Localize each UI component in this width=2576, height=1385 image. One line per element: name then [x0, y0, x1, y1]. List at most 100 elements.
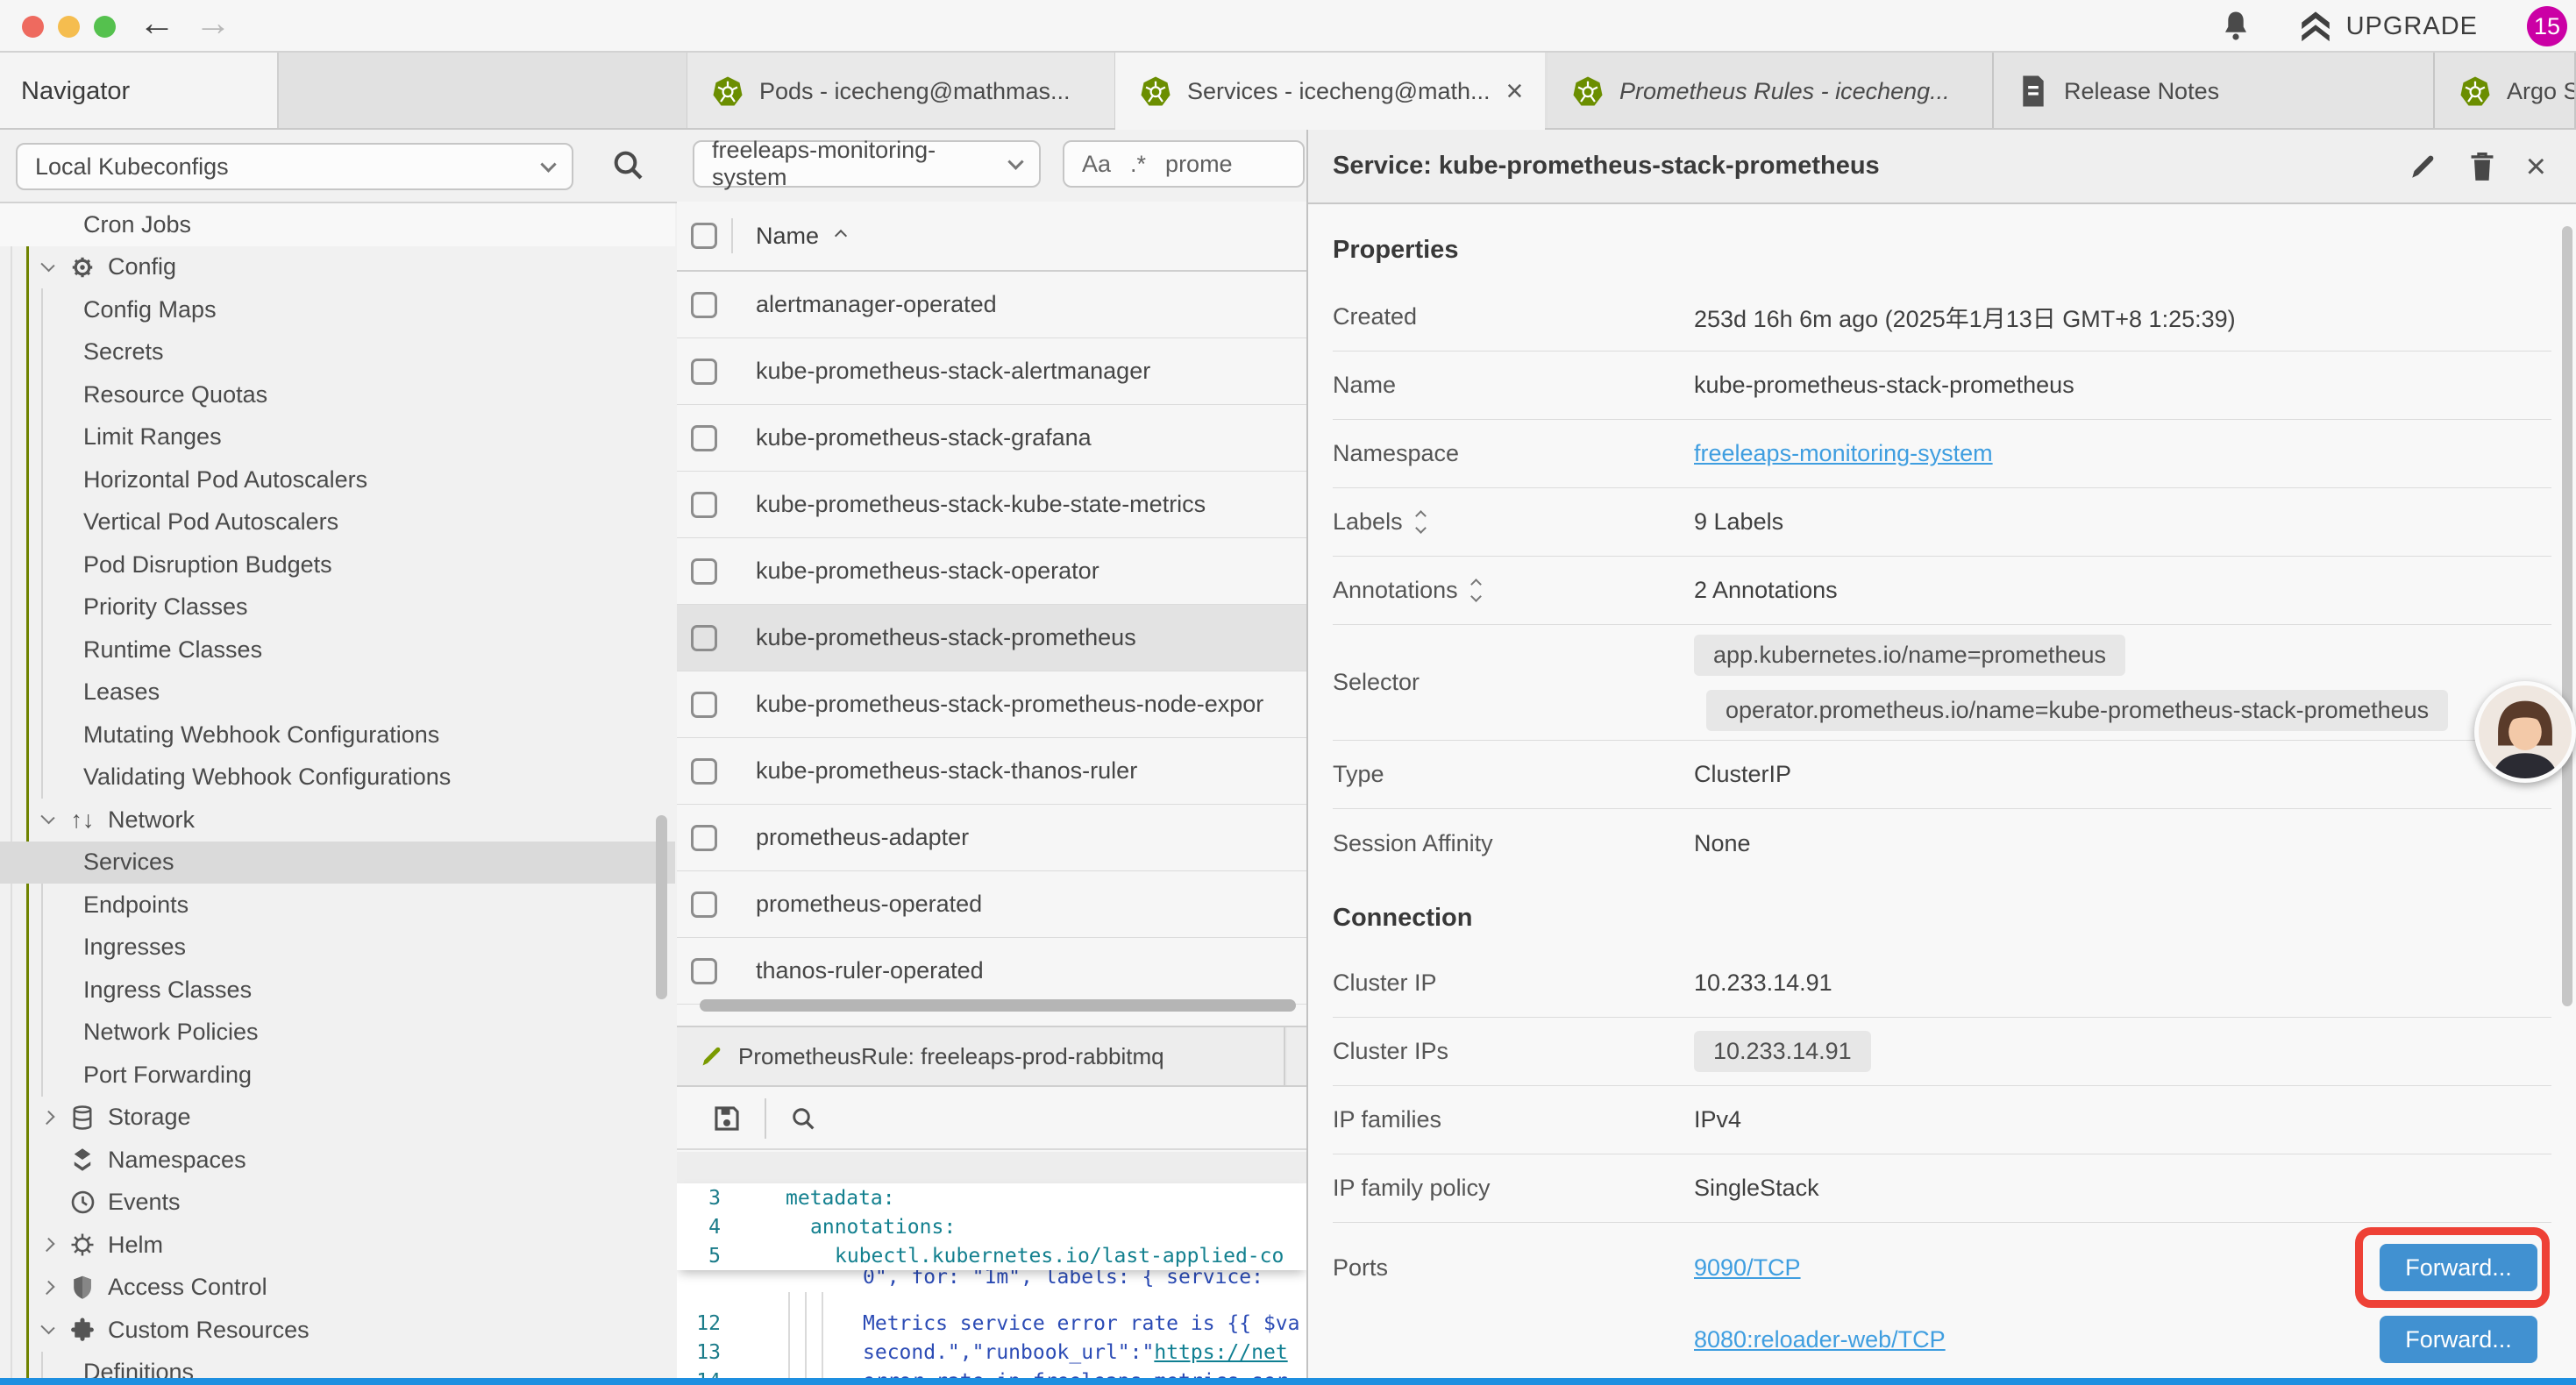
table-row[interactable]: prometheus-operated	[677, 871, 1306, 938]
table-row[interactable]: kube-prometheus-stack-grafana	[677, 405, 1306, 472]
cluster-ip-chip[interactable]: 10.233.14.91	[1694, 1031, 1871, 1072]
sidebar-item-leases[interactable]: Leases	[0, 671, 675, 714]
assistant-avatar[interactable]	[2474, 681, 2576, 783]
namespace-link[interactable]: freeleaps-monitoring-system	[1694, 440, 1993, 467]
sidebar-item-priority-classes[interactable]: Priority Classes	[0, 586, 675, 629]
sidebar-item-resource-quotas[interactable]: Resource Quotas	[0, 373, 675, 416]
profile-notification-badge[interactable]: 15	[2527, 6, 2567, 46]
sidebar-item-vertical-pod-autoscalers[interactable]: Vertical Pod Autoscalers	[0, 501, 675, 544]
row-checkbox[interactable]	[691, 492, 717, 518]
name-search-input[interactable]: Aa .* prome	[1063, 140, 1305, 188]
horizontal-scrollbar[interactable]	[700, 999, 1296, 1012]
table-row[interactable]: kube-prometheus-stack-thanos-ruler	[677, 738, 1306, 805]
table-row[interactable]: kube-prometheus-stack-operator	[677, 538, 1306, 605]
close-drawer-icon[interactable]: ×	[2526, 149, 2546, 184]
name-column-header[interactable]: Name	[756, 223, 819, 250]
forward-button[interactable]: Forward...	[2380, 1316, 2537, 1363]
back-button[interactable]: ←	[139, 2, 175, 44]
row-checkbox[interactable]	[691, 825, 717, 851]
navigator-panel-tab[interactable]: Navigator	[0, 53, 279, 130]
sidebar-group-access-control[interactable]: Access Control	[0, 1267, 675, 1310]
table-row[interactable]: prometheus-adapter	[677, 805, 1306, 871]
window-titlebar: ← → UPGRADE 15	[0, 0, 2576, 53]
port-link[interactable]: 9090/TCP	[1694, 1254, 1801, 1282]
namespace-filter-select[interactable]: freeleaps-monitoring-system	[693, 140, 1041, 188]
editor-tab-prometheusrule[interactable]: PrometheusRule: freeleaps-prod-rabbitmq	[677, 1027, 1285, 1085]
tab-pods[interactable]: Pods - icecheng@mathmas...	[687, 53, 1115, 130]
sidebar-item-horizontal-pod-autoscalers[interactable]: Horizontal Pod Autoscalers	[0, 458, 675, 501]
close-window-button[interactable]	[22, 16, 44, 38]
table-row[interactable]: thanos-ruler-operated	[677, 938, 1306, 1005]
drawer-scrollbar[interactable]	[2562, 226, 2572, 1006]
sidebar-item-secrets[interactable]: Secrets	[0, 331, 675, 374]
upgrade-icon[interactable]	[2297, 8, 2334, 45]
selector-chip[interactable]: app.kubernetes.io/name=prometheus	[1694, 635, 2125, 676]
tab-bar: Navigator Pods - icecheng@mathmas... Ser…	[0, 53, 2576, 130]
sidebar-item-port-forwarding[interactable]: Port Forwarding	[0, 1054, 675, 1097]
sidebar-group-network[interactable]: ↑↓ Network	[0, 799, 675, 842]
save-icon[interactable]	[712, 1104, 742, 1133]
kubernetes-icon	[1140, 75, 1171, 107]
edit-pencil-icon[interactable]	[2409, 152, 2438, 181]
match-case-icon[interactable]: Aa	[1082, 151, 1111, 178]
upgrade-label[interactable]: UPGRADE	[2346, 12, 2478, 41]
table-row[interactable]: kube-prometheus-stack-alertmanager	[677, 338, 1306, 405]
sidebar-item-endpoints[interactable]: Endpoints	[0, 884, 675, 927]
sidebar-item-events[interactable]: Events	[0, 1182, 675, 1225]
sidebar-item-pod-disruption-budgets[interactable]: Pod Disruption Budgets	[0, 543, 675, 586]
tab-argo[interactable]: Argo Se	[2435, 53, 2576, 130]
expand-collapse-icon[interactable]	[1417, 512, 1425, 532]
sidebar-group-helm[interactable]: Helm	[0, 1224, 675, 1267]
sidebar-item-config-maps[interactable]: Config Maps	[0, 288, 675, 331]
tab-services[interactable]: Services - icecheng@math... ×	[1115, 53, 1545, 130]
sidebar-item-services[interactable]: Services	[0, 842, 675, 884]
tab-release-notes[interactable]: Release Notes	[1994, 53, 2435, 130]
sidebar-item-definitions[interactable]: Definitions	[0, 1352, 675, 1379]
editor-tab-next[interactable]	[1287, 1027, 1306, 1085]
row-checkbox[interactable]	[691, 758, 717, 785]
sidebar-group-custom-resources[interactable]: Custom Resources	[0, 1309, 675, 1352]
sidebar-group-storage[interactable]: Storage	[0, 1097, 675, 1140]
sidebar-item-validating-webhook-configurations[interactable]: Validating Webhook Configurations	[0, 756, 675, 799]
forward-button[interactable]: →	[195, 2, 231, 44]
notifications-bell-icon[interactable]	[2220, 9, 2252, 44]
sidebar-item-limit-ranges[interactable]: Limit Ranges	[0, 416, 675, 459]
table-row[interactable]: alertmanager-operated	[677, 272, 1306, 338]
port-link[interactable]: 8080:reloader-web/TCP	[1694, 1326, 1946, 1353]
row-checkbox[interactable]	[691, 692, 717, 718]
selector-chip[interactable]: operator.prometheus.io/name=kube-prometh…	[1706, 690, 2448, 731]
row-checkbox[interactable]	[691, 292, 717, 318]
close-tab-icon[interactable]: ×	[1506, 75, 1524, 109]
maximize-window-button[interactable]	[94, 16, 116, 38]
kubeconfig-selector[interactable]: Local Kubeconfigs	[16, 143, 573, 190]
tab-prometheus-rules[interactable]: Prometheus Rules - icecheng...	[1548, 53, 1994, 130]
row-checkbox[interactable]	[691, 425, 717, 451]
sidebar-item-cron-jobs[interactable]: Cron Jobs	[0, 203, 675, 246]
expand-collapse-icon[interactable]	[1472, 580, 1480, 600]
minimize-window-button[interactable]	[58, 16, 80, 38]
sidebar-scrollbar[interactable]	[656, 815, 667, 999]
navigator-search-icon[interactable]	[610, 147, 645, 182]
forward-button[interactable]: Forward...	[2380, 1244, 2537, 1291]
editor-search-icon[interactable]	[789, 1104, 817, 1133]
table-row[interactable]: kube-prometheus-stack-prometheus-node-ex…	[677, 671, 1306, 738]
sidebar-item-ingress-classes[interactable]: Ingress Classes	[0, 969, 675, 1012]
select-all-checkbox[interactable]	[691, 223, 717, 249]
row-checkbox[interactable]	[691, 958, 717, 984]
row-checkbox[interactable]	[691, 625, 717, 651]
regex-icon[interactable]: .*	[1130, 151, 1146, 178]
sidebar-item-namespaces[interactable]: Namespaces	[0, 1139, 675, 1182]
sidebar-item-mutating-webhook-configurations[interactable]: Mutating Webhook Configurations	[0, 714, 675, 756]
sidebar-item-runtime-classes[interactable]: Runtime Classes	[0, 629, 675, 671]
row-checkbox[interactable]	[691, 891, 717, 918]
sidebar-item-network-policies[interactable]: Network Policies	[0, 1012, 675, 1055]
delete-trash-icon[interactable]	[2468, 151, 2496, 182]
sort-ascending-icon[interactable]	[835, 230, 847, 242]
sidebar-item-ingresses[interactable]: Ingresses	[0, 927, 675, 970]
yaml-editor[interactable]: 0", for: "1m", labels: { service: 12 Met…	[677, 1152, 1306, 1385]
table-row[interactable]: kube-prometheus-stack-kube-state-metrics	[677, 472, 1306, 538]
table-row-selected[interactable]: kube-prometheus-stack-prometheus	[677, 605, 1306, 671]
row-checkbox[interactable]	[691, 558, 717, 585]
sidebar-group-config[interactable]: Config	[0, 246, 675, 289]
row-checkbox[interactable]	[691, 359, 717, 385]
